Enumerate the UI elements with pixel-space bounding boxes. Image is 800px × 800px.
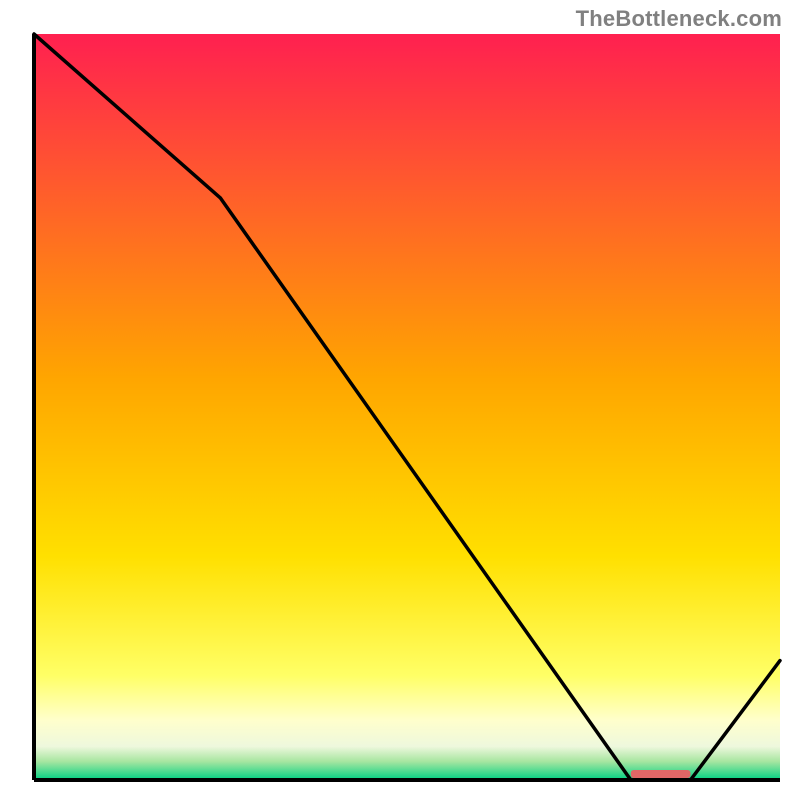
bottleneck-chart: TheBottleneck.com: [0, 0, 800, 800]
chart-svg: [0, 0, 800, 800]
plot-background: [34, 34, 780, 780]
optimal-range-marker: [631, 770, 691, 778]
